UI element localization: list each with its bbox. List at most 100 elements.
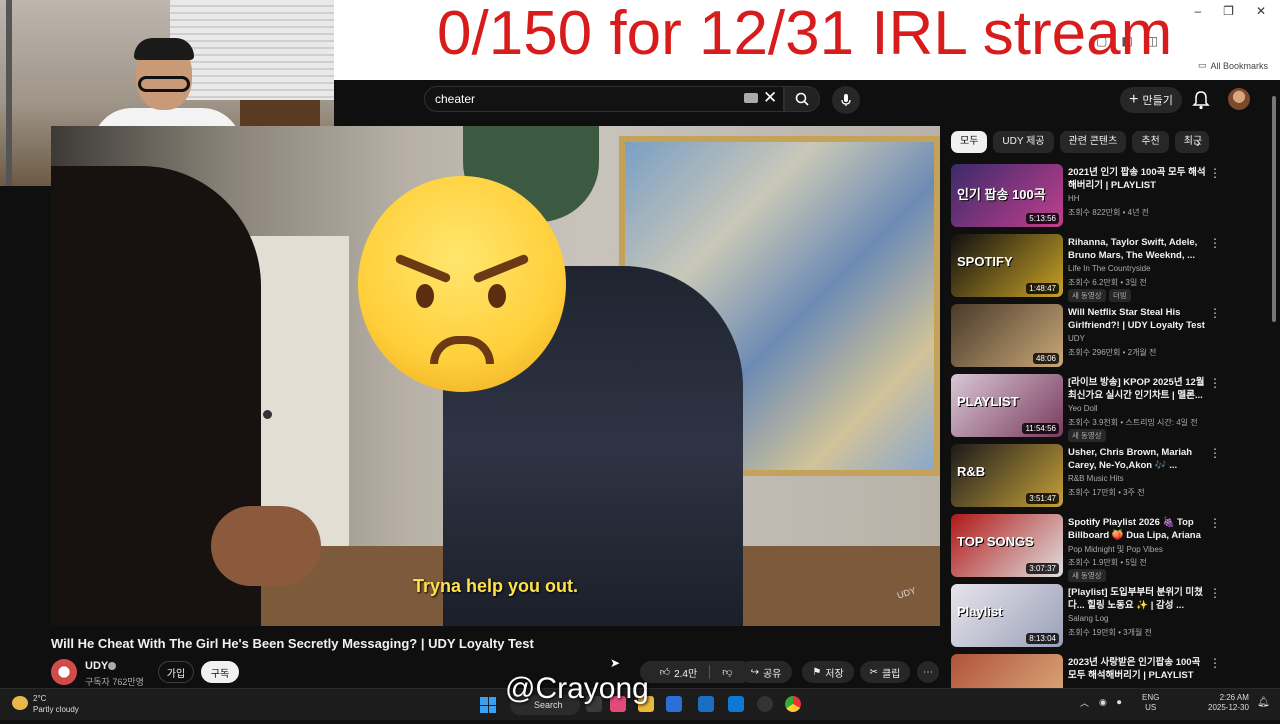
video-duration: 1:48:47 (1026, 283, 1059, 294)
weather-icon[interactable] (12, 696, 28, 710)
recommendation-item[interactable]: 인기 팝송 100곡 5:13:56 2021년 인기 팝송 100곡 모두 해석 … (951, 164, 1231, 234)
chip-recommended[interactable]: 추천 (1132, 131, 1169, 153)
video-duration: 5:13:56 (1026, 213, 1059, 224)
plus-icon: + (1129, 91, 1139, 108)
outlook-icon[interactable] (728, 696, 744, 712)
video-thumbnail[interactable]: TOP SONGS 3:07:37 (951, 514, 1063, 577)
recommendation-title: Will Netflix Star Steal His Girlfriend?!… (1068, 307, 1205, 331)
account-avatar[interactable] (1228, 88, 1250, 110)
dislike-button[interactable]: 👎︎ (722, 666, 732, 678)
channel-avatar[interactable] (51, 659, 77, 685)
keyboard-icon[interactable] (744, 93, 758, 103)
lang-region: US (1145, 703, 1157, 712)
recommendation-channel: R&B Music Hits (1068, 474, 1124, 483)
verified-badge-icon (108, 662, 116, 670)
kebab-menu-icon[interactable]: ⋮ (1209, 586, 1221, 600)
folder-icon: ▭ (1197, 60, 1207, 70)
share-button[interactable]: ↪ 공유 (740, 661, 792, 683)
search-icon (795, 92, 809, 106)
like-count: 2.4만 (674, 668, 698, 680)
join-button[interactable]: 가입 (158, 661, 194, 683)
chrome-icon[interactable] (785, 696, 801, 712)
video-thumbnail[interactable]: SPOTIFY 1:48:47 (951, 234, 1063, 297)
weather-description: Partly cloudy (33, 705, 79, 714)
obs-icon[interactable] (757, 696, 773, 712)
kebab-menu-icon[interactable]: ⋮ (1209, 236, 1221, 250)
maximize-button[interactable]: ❐ (1223, 4, 1234, 18)
video-duration: 3:51:47 (1026, 493, 1059, 504)
video-thumbnail[interactable]: PLAYLIST 11:54:56 (951, 374, 1063, 437)
video-thumbnail[interactable]: R&B 3:51:47 (951, 444, 1063, 507)
recommendation-item[interactable]: R&B 3:51:47 Usher, Chris Brown, Mariah Car… (951, 444, 1231, 514)
subscriber-count: 구독자 762만명 (85, 677, 144, 687)
streamer-handle-watermark: @Crayong (505, 672, 649, 705)
microphone-tray-icon[interactable]: ⏺ (1117, 697, 1122, 708)
recommendation-item[interactable]: SPOTIFY 1:48:47 Rihanna, Taylor Swift, Ade… (951, 234, 1231, 304)
like-button[interactable]: 👍︎ 2.4만 (660, 665, 698, 680)
bookmarks-label: All Bookmarks (1210, 60, 1268, 71)
save-label: 저장 (825, 668, 844, 680)
lang-code: ENG (1142, 693, 1160, 702)
share-icon: ↪ (750, 666, 759, 678)
minimize-button[interactable]: – (1194, 4, 1201, 18)
create-button[interactable]: + 만들기 (1120, 87, 1182, 113)
chip-related[interactable]: 관련 콘텐츠 (1059, 131, 1127, 153)
all-bookmarks[interactable]: ▭ All Bookmarks (1198, 60, 1268, 71)
more-actions-button[interactable]: ⋯ (917, 661, 939, 683)
taskbar-clock[interactable]: 2:26 AM 2025-12-30 (1208, 693, 1249, 713)
scrollbar-thumb[interactable] (1272, 96, 1276, 322)
chevron-right-icon[interactable]: › (1196, 134, 1201, 150)
chevron-up-icon[interactable]: ︿ (1080, 696, 1089, 709)
close-window-button[interactable]: ✕ (1256, 4, 1266, 18)
kebab-menu-icon[interactable]: ⋮ (1209, 516, 1221, 530)
store-icon[interactable] (698, 696, 714, 712)
chip-udy[interactable]: UDY 제공 (993, 131, 1054, 153)
search-button[interactable] (784, 86, 820, 112)
kebab-menu-icon[interactable]: ⋮ (1209, 376, 1221, 390)
recommendation-title: [Playlist] 도입부부터 분위기 미쳤다... 힐링 노동요 ✨ | 감… (1068, 587, 1203, 611)
recommendation-title: Usher, Chris Brown, Mariah Carey, Ne-Yo,… (1068, 447, 1193, 471)
thumbs-down-icon: 👎︎ (722, 667, 733, 678)
notifications-bell-icon[interactable] (1192, 89, 1210, 111)
recommendation-item[interactable]: 48:06 Will Netflix Star Steal His Girlfri… (951, 304, 1231, 374)
tray-app-icon[interactable]: ◉ (1099, 697, 1107, 708)
recommendation-title: [라이브 방송] KPOP 2025년 12월 최신가요 실시간 인기차트 | … (1068, 377, 1205, 401)
recommendation-channel: Salang Log (1068, 614, 1109, 623)
edge-icon[interactable] (666, 696, 682, 712)
channel-name[interactable]: UDY (85, 660, 108, 672)
video-thumbnail[interactable]: Playlist 8:13:04 (951, 584, 1063, 647)
subscribe-button[interactable]: 구독 (201, 661, 239, 683)
bookmark-icon: ⚑ (812, 666, 822, 678)
recommendation-item[interactable]: Playlist 8:13:04 [Playlist] 도입부부터 분위기 미쳤다.… (951, 584, 1231, 654)
chip-recent[interactable]: 최근 (1174, 131, 1209, 153)
clock-date: 2025-12-30 (1208, 703, 1249, 712)
windows-start-icon[interactable] (480, 697, 496, 713)
recommendation-item[interactable]: PLAYLIST 11:54:56 [라이브 방송] KPOP 2025년 12월 … (951, 374, 1231, 444)
kebab-menu-icon[interactable]: ⋮ (1209, 446, 1221, 460)
video-duration: 48:06 (1032, 353, 1059, 364)
recommendation-meta: 조회수 19만회 • 3개월 전 (1068, 628, 1152, 637)
kebab-menu-icon[interactable]: ⋮ (1209, 166, 1221, 180)
mic-icon (841, 94, 851, 106)
recommendation-meta: 조회수 296만회 • 2개월 전 (1068, 348, 1157, 357)
recommendation-channel: Yeo Doll (1068, 404, 1098, 413)
clip-label: 클립 (881, 668, 901, 680)
clip-button[interactable]: ✂ 클립 (860, 661, 910, 683)
video-title: Will He Cheat With The Girl He's Been Se… (51, 636, 534, 651)
search-input[interactable]: cheater (424, 86, 784, 112)
kebab-menu-icon[interactable]: ⋮ (1209, 306, 1221, 320)
chip-all[interactable]: 모두 (951, 131, 988, 153)
input-language[interactable]: ENG US (1142, 693, 1159, 713)
recommendations-list: 인기 팝송 100곡 5:13:56 2021년 인기 팝송 100곡 모두 해석 … (951, 164, 1231, 724)
video-thumbnail[interactable]: 인기 팝송 100곡 5:13:56 (951, 164, 1063, 227)
kebab-menu-icon[interactable]: ⋮ (1209, 656, 1221, 670)
video-thumbnail[interactable]: 48:06 (951, 304, 1063, 367)
recommendation-item[interactable]: TOP SONGS 3:07:37 Spotify Playlist 2026 🍇 … (951, 514, 1231, 584)
clear-search-icon[interactable]: ✕ (763, 88, 777, 108)
notification-icon[interactable]: 🔔︎ (1257, 697, 1270, 708)
system-tray: ︿ ◉ ⏺ (1080, 696, 1121, 709)
scissors-icon: ✂ (869, 666, 878, 678)
clock-time: 2:26 AM (1219, 693, 1249, 702)
voice-search-button[interactable] (832, 86, 860, 114)
save-button[interactable]: ⚑ 저장 (802, 661, 854, 683)
